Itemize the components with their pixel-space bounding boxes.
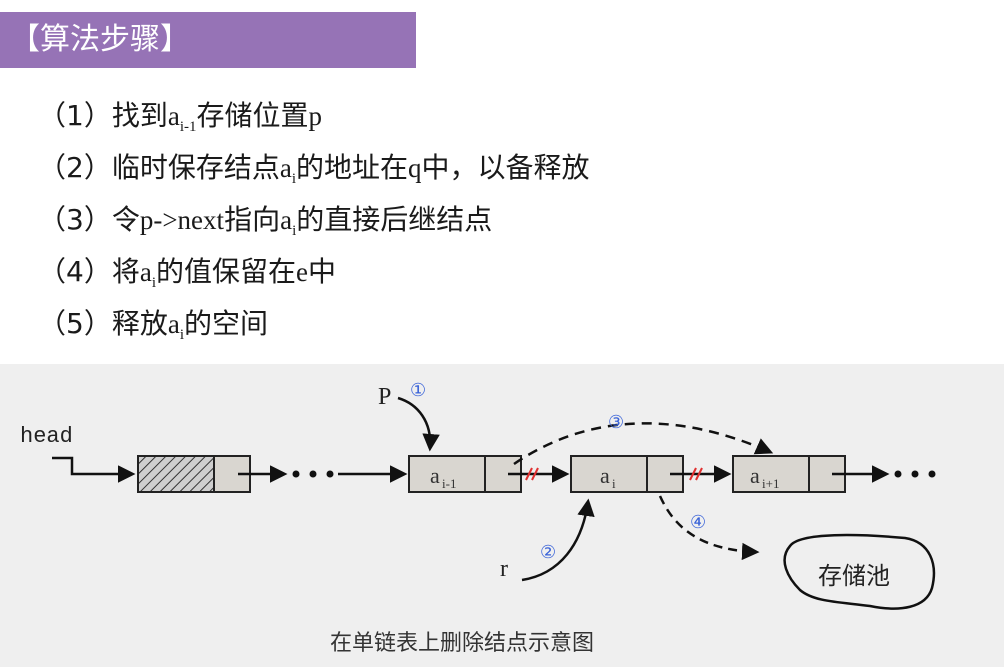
ellipsis-dots — [292, 470, 334, 478]
variable: p — [308, 101, 323, 131]
step-text: 的空间 — [184, 307, 269, 340]
p-pointer-label: P — [378, 384, 391, 410]
subscript: i-1 — [179, 119, 197, 135]
variable: a — [167, 309, 180, 339]
step-marker-4: ④ — [690, 512, 706, 533]
step-text: 的直接后继结点 — [296, 203, 493, 236]
head-data-field — [137, 455, 215, 493]
step-marker-1: ① — [410, 380, 426, 401]
step-text: 将 — [111, 255, 140, 288]
step-number: （1） — [38, 99, 112, 132]
variable: a — [139, 257, 152, 287]
node-a-i-minus-1: a i-1 — [408, 455, 522, 493]
step-4: （4）将ai的值保留在e中 — [38, 252, 590, 304]
algorithm-steps: （1）找到ai-1存储位置p （2）临时保存结点ai的地址在q中，以备释放 （3… — [38, 96, 590, 356]
node-var: a — [600, 463, 610, 488]
r-pointer-arrow — [521, 498, 595, 582]
head-label: head — [20, 424, 73, 449]
step-number: （5） — [38, 307, 112, 340]
step-3: （3）令p->next指向ai的直接后继结点 — [38, 200, 590, 252]
storage-pool-label: 存储池 — [818, 562, 890, 590]
free-node-arrow — [658, 495, 760, 561]
step-text: 释放 — [111, 307, 168, 340]
section-header: 【算法步骤】 — [0, 12, 416, 68]
variable: p->next — [139, 205, 225, 235]
step-text: 中，以备释放 — [421, 151, 590, 184]
step-text: 的地址在 — [296, 151, 409, 184]
variable: e — [296, 257, 308, 287]
variable: q — [408, 153, 422, 183]
step-number: （4） — [38, 255, 112, 288]
node-subscript: i-1 — [442, 476, 456, 491]
step-number: （2） — [38, 151, 112, 184]
section-title: 【算法步骤】 — [10, 22, 190, 57]
node-subscript: i+1 — [762, 476, 779, 491]
diagram-canvas: head a i-1 a i a i+1 P ① ③ r ② ④ 存储池 在单链… — [20, 380, 936, 656]
step-marker-2: ② — [540, 542, 556, 563]
head-arrow — [52, 456, 136, 483]
head-node — [137, 455, 251, 493]
variable: a — [280, 205, 293, 235]
variable: a — [279, 153, 292, 183]
p-pointer-arrow — [397, 396, 440, 452]
ellipsis-dots — [894, 470, 936, 478]
variable: a — [167, 101, 180, 131]
node-a-i: a i — [570, 455, 684, 493]
step-2: （2）临时保存结点ai的地址在q中，以备释放 — [38, 148, 590, 200]
step-1: （1）找到ai-1存储位置p — [38, 96, 590, 148]
step-text: 令 — [111, 203, 140, 236]
step-text: 找到 — [111, 99, 168, 132]
linked-list-diagram: head a i-1 a i a i+1 P ① ③ r ② ④ 存储池 在单链… — [0, 364, 1004, 667]
node-a-i-plus-1: a i+1 — [732, 455, 846, 493]
node-subscript: i — [612, 476, 616, 491]
step-marker-3: ③ — [608, 412, 624, 433]
diagram-caption: 在单链表上删除结点示意图 — [330, 631, 594, 656]
node-var: a — [430, 463, 440, 488]
step-text: 临时保存结点 — [111, 151, 280, 184]
step-text: 指向 — [224, 203, 281, 236]
step-text: 的值保留在 — [156, 255, 297, 288]
step-5: （5）释放ai的空间 — [38, 304, 590, 356]
r-pointer-label: r — [500, 556, 508, 582]
step-number: （3） — [38, 203, 112, 236]
node-var: a — [750, 463, 760, 488]
step-text: 中 — [308, 255, 337, 288]
step-text: 存储位置 — [196, 99, 309, 132]
